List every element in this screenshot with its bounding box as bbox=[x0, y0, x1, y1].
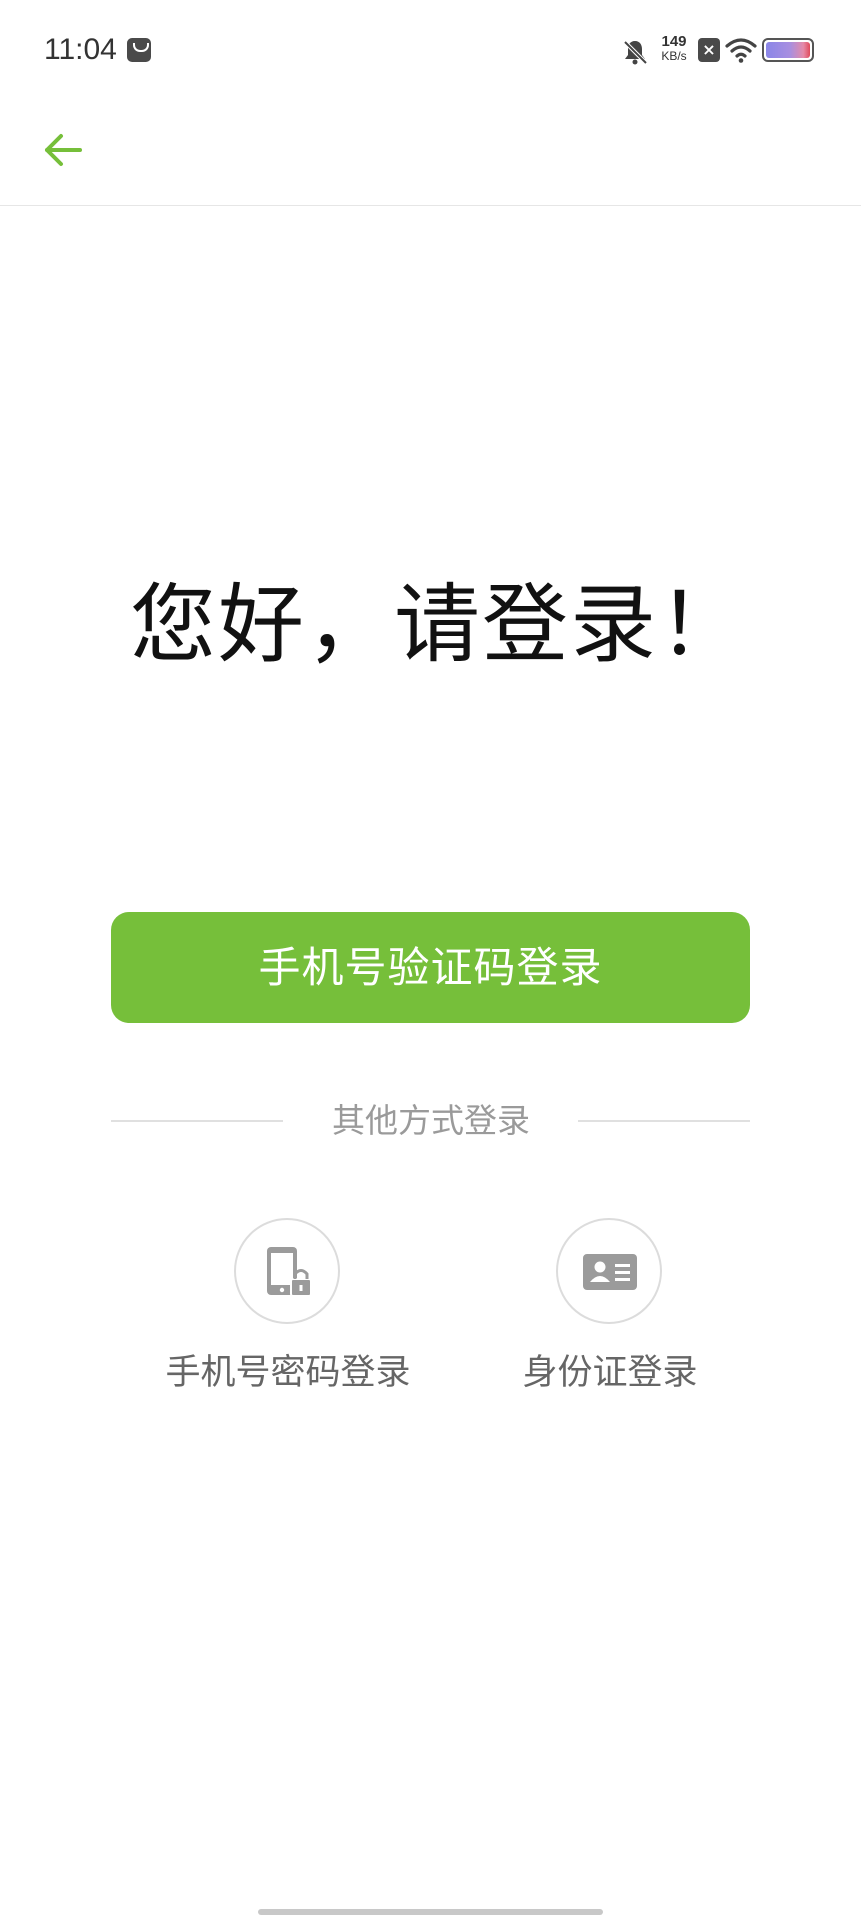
network-speed: 149 KB/s bbox=[654, 34, 694, 64]
status-bar: 11:04 149 KB/s × bbox=[0, 0, 861, 100]
home-indicator[interactable] bbox=[258, 1909, 603, 1915]
arrow-left-icon bbox=[45, 134, 82, 166]
bell-off-icon bbox=[623, 40, 648, 65]
sim-x-icon: × bbox=[698, 38, 720, 62]
id-card-login-label: 身份证登录 bbox=[522, 1353, 698, 1393]
battery-fill bbox=[766, 42, 810, 58]
nav-bar bbox=[0, 100, 861, 206]
battery-icon bbox=[762, 38, 814, 62]
status-time: 11:04 bbox=[44, 33, 117, 66]
wifi-icon bbox=[725, 38, 757, 63]
phone-password-login-label: 手机号密码登录 bbox=[165, 1353, 411, 1393]
id-card-icon bbox=[583, 1254, 637, 1290]
phone-lock-icon bbox=[267, 1247, 312, 1297]
id-card-login-option[interactable]: 身份证登录 bbox=[460, 1218, 760, 1403]
other-methods-label: 其他方式登录 bbox=[332, 1101, 530, 1140]
divider-left bbox=[111, 1120, 283, 1122]
notification-app-icon bbox=[127, 38, 151, 62]
divider-right bbox=[578, 1120, 750, 1122]
phone-password-login-option[interactable]: 手机号密码登录 bbox=[138, 1218, 438, 1403]
phone-password-icon-circle bbox=[234, 1218, 340, 1324]
id-card-icon-circle bbox=[556, 1218, 662, 1324]
back-button[interactable] bbox=[30, 117, 96, 183]
network-speed-unit: KB/s bbox=[661, 49, 687, 63]
sms-code-login-button[interactable]: 手机号验证码登录 bbox=[111, 912, 750, 1023]
greeting-title: 您好，请登录！ bbox=[130, 575, 746, 675]
network-speed-value: 149 bbox=[661, 33, 687, 50]
